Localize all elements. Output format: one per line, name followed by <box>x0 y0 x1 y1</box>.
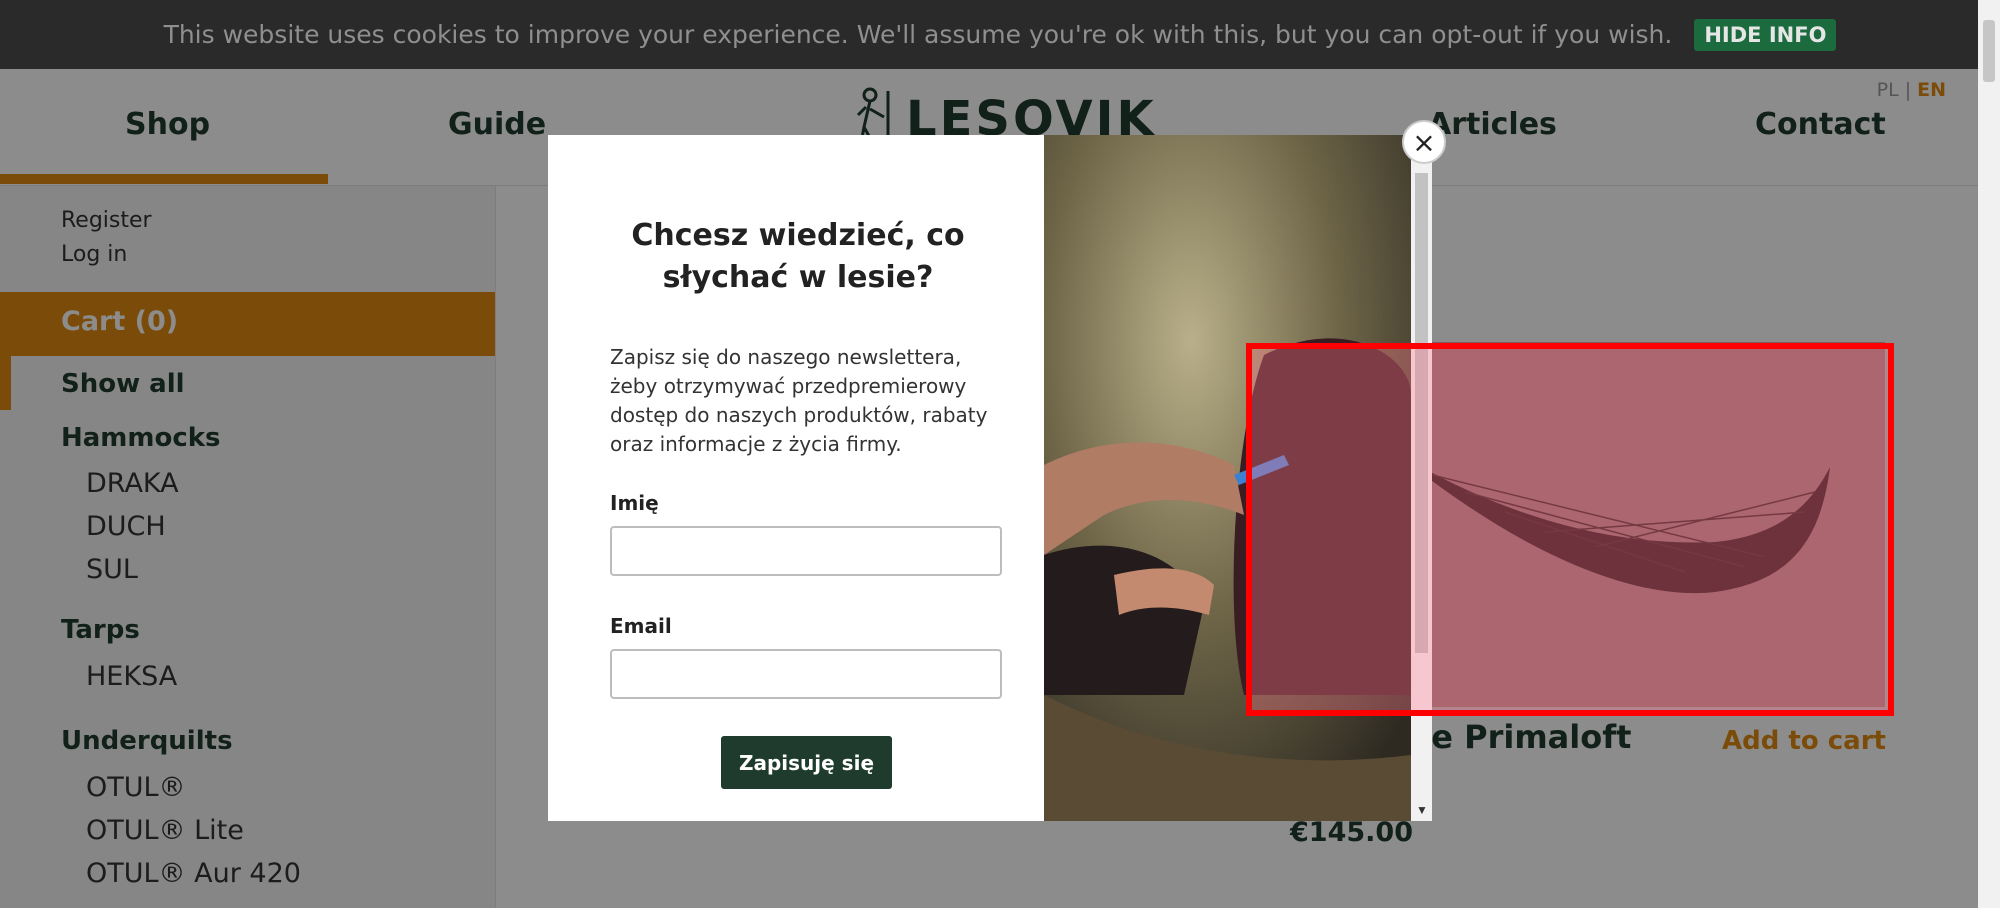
email-field[interactable] <box>610 649 1002 699</box>
subscribe-button[interactable]: Zapisuję się <box>721 736 892 789</box>
name-field[interactable] <box>610 526 1002 576</box>
page-scrollbar-thumb[interactable] <box>1983 20 1995 82</box>
scroll-down-arrow-icon[interactable]: ▼ <box>1416 803 1428 817</box>
name-label: Imię <box>610 491 659 515</box>
cookie-text: This website uses cookies to improve you… <box>163 20 1673 49</box>
newsletter-description: Zapisz się do naszego newslettera, żeby … <box>610 345 988 456</box>
email-label: Email <box>610 614 672 638</box>
newsletter-form-panel: Chcesz wiedzieć, co słychać w lesie? Zap… <box>548 135 1044 821</box>
highlight-box <box>1246 343 1894 716</box>
newsletter-heading: Chcesz wiedzieć, co słychać w lesie? <box>631 218 965 295</box>
cookie-bar: This website uses cookies to improve you… <box>0 0 2000 69</box>
close-modal-button[interactable]: × <box>1402 120 1446 164</box>
hide-info-button[interactable]: HIDE INFO <box>1694 18 1837 51</box>
page-scrollbar[interactable] <box>1978 0 2000 908</box>
